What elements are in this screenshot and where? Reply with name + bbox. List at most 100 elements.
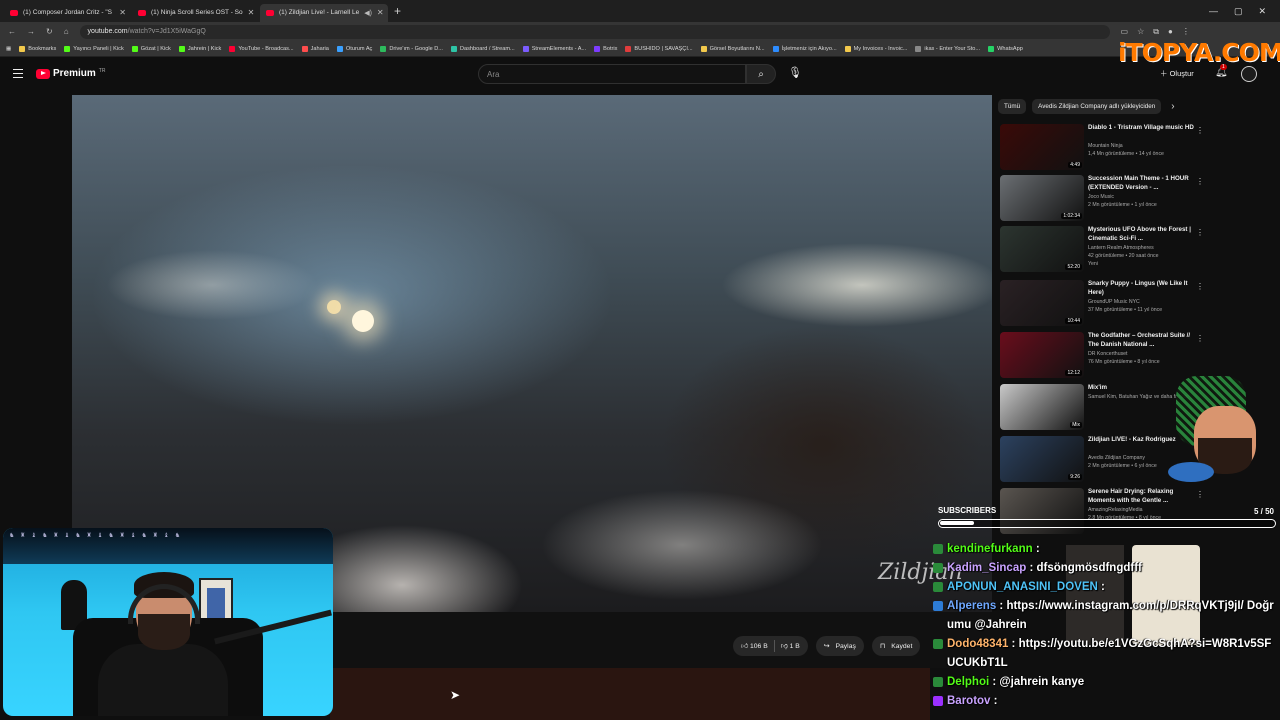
create-button[interactable]: ＋ Oluştur [1160,68,1194,79]
search-input[interactable]: Ara [478,64,746,84]
video-thumbnail[interactable]: 9:26 [1000,436,1084,482]
bookmark-favicon-icon [772,45,779,52]
bookmark-item[interactable]: Jahrein | Kick [178,45,221,52]
new-tab-icon[interactable]: + [394,4,401,18]
video-channel[interactable]: Mountain Ninja [1088,143,1200,151]
back-icon[interactable]: ← [8,27,16,36]
chat-body: APONUN_ANASINI_DOVEN : [947,578,1105,597]
video-thumbnail[interactable]: 10:44 [1000,280,1084,326]
close-window-icon[interactable]: ✕ [1258,6,1266,17]
subs-count: 5 / 50 [1253,507,1274,516]
more-options-icon[interactable]: ⋮ [1196,126,1204,135]
profile-icon[interactable]: ● [1168,27,1173,37]
video-title[interactable]: Succession Main Theme - 1 HOUR (EXTENDED… [1088,175,1194,192]
address-bar[interactable]: youtube.com/watch?v=Jd1X5iWaGgQ [79,24,1110,39]
search-button[interactable]: ⌕ [746,64,776,84]
browser-tab[interactable]: (1) Ninja Scroll Series OST - So ✕ [132,4,260,22]
home-icon[interactable]: ⌂ [64,27,69,36]
account-avatar[interactable] [1241,66,1257,82]
browser-tab-strip: (1) Composer Jordan Critz - "S ✕ (1) Nin… [0,0,1280,22]
subs-label: SUBSCRIBERS [938,506,997,515]
chip-all[interactable]: Tümü [998,98,1027,114]
video-title[interactable]: Diablo 1 - Tristram Village music HD [1088,124,1194,133]
video-thumbnail[interactable]: 4:49 [1000,124,1084,170]
save-button[interactable]: ⊓ Kaydet [871,636,921,656]
voice-search-icon[interactable]: 🎙︎ [788,66,802,79]
close-tab-icon[interactable]: ✕ [377,8,384,17]
like-button[interactable]: 👍︎ 106 B [741,642,768,650]
maximize-icon[interactable]: ▢ [1234,6,1243,17]
bokeh-light [327,300,341,314]
bookmark-item[interactable]: Bookmarks [19,45,56,52]
more-options-icon[interactable]: ⋮ [1196,334,1204,343]
bookmark-star-icon[interactable]: ☆ [1137,27,1144,37]
close-tab-icon[interactable]: ✕ [248,8,255,17]
close-tab-icon[interactable]: ✕ [119,8,126,17]
notifications-bell-icon[interactable]: 🔔︎ 1 [1215,64,1228,78]
bookmark-item[interactable]: İşletmeniz için Akıyo... [772,45,837,52]
video-thumbnail[interactable]: Mix [1000,384,1084,430]
bookmark-item[interactable]: Jaharia [301,45,329,52]
video-thumbnail[interactable]: 52:20 [1000,226,1084,272]
reaction-sticker [1162,376,1276,502]
related-video-item[interactable]: 10:44 Snarky Puppy - Lingus (We Like It H… [1000,280,1208,328]
video-title[interactable]: Mysterious UFO Above the Forest | Cinema… [1088,226,1194,243]
share-button[interactable]: ↪ Paylaş [815,636,864,656]
more-options-icon[interactable]: ⋮ [1196,282,1204,291]
chat-message: Alperens : https://www.instagram.com/p/D… [928,597,1278,635]
bookmark-item[interactable]: ikas - Enter Your Sto... [915,45,980,52]
related-video-item[interactable]: 4:49 Diablo 1 - Tristram Village music HD… [1000,124,1208,172]
minimize-icon[interactable]: — [1209,6,1218,17]
chat-separator: : [1032,543,1040,555]
bookmark-item[interactable]: My Invoices - Invoic... [844,45,907,52]
bookmark-item[interactable]: Oturum Aç [336,45,372,52]
bokeh-light [352,310,374,332]
more-options-icon[interactable]: ⋮ [1196,177,1204,186]
bookmark-item[interactable]: Görsel Boyutlarını N... [700,45,765,52]
video-thumbnail[interactable]: 1:02:34 [1000,175,1084,221]
youtube-premium-logo[interactable]: Premium TR [36,68,105,79]
bookmark-favicon-icon [178,45,185,52]
chevron-right-icon[interactable]: › [1171,101,1174,112]
forward-icon[interactable]: → [27,27,35,36]
browser-tab-active[interactable]: (1) Zildjian Live! - Larnell Le ◀) ✕ [260,3,388,22]
related-video-item[interactable]: 1:02:34 Succession Main Theme - 1 HOUR (E… [1000,175,1208,223]
dislike-button[interactable]: 👎︎ 1 B [781,642,800,650]
video-thumbnail[interactable]: 12:12 [1000,332,1084,378]
bookmark-item[interactable]: Botrix [594,45,617,52]
video-title[interactable]: The Godfather – Orchestral Suite // The … [1088,332,1194,349]
video-title[interactable]: Snarky Puppy - Lingus (We Like It Here) [1088,280,1194,297]
more-options-icon[interactable]: ⋮ [1196,228,1204,237]
bookmark-item[interactable]: Drive'ım - Google D... [380,45,443,52]
bookmark-label: YouTube - Broadcas... [238,45,294,52]
browser-tab[interactable]: (1) Composer Jordan Critz - "S ✕ [4,4,132,22]
bookmark-item[interactable]: YouTube - Broadcas... [229,45,294,52]
chat-username: Dodo48341 [947,638,1009,650]
reload-icon[interactable]: ↻ [46,27,53,36]
apps-grid-icon[interactable]: ▦ [6,46,11,52]
bookmark-item[interactable]: Dashboard / Stream... [450,45,515,52]
bookmark-item[interactable]: Gözat | Kick [131,45,171,52]
cast-icon[interactable]: ▭ [1121,27,1129,37]
related-video-item[interactable]: 52:20 Mysterious UFO Above the Forest | C… [1000,226,1208,274]
video-channel[interactable]: DR Koncerthuset [1088,351,1200,359]
bookmark-item[interactable]: Yayıncı Paneli | Kick [64,45,124,52]
video-duration: 1:02:34 [1061,213,1082,219]
audio-playing-icon[interactable]: ◀) [364,9,372,17]
tab-title: (1) Composer Jordan Critz - "S [23,9,112,16]
video-channel[interactable]: Joco Music [1088,194,1200,202]
hamburger-menu-icon[interactable] [13,69,23,78]
browser-menu-icon[interactable]: ⋮ [1182,27,1190,37]
extension-icon[interactable]: ⧉ [1153,27,1159,37]
related-video-item[interactable]: 12:12 The Godfather – Orchestral Suite //… [1000,332,1208,380]
youtube-favicon-icon [10,9,18,16]
video-channel[interactable]: Lantern Realm Atmospheres [1088,245,1200,253]
bookmark-item[interactable]: WhatsApp [988,45,1023,52]
bookmark-item[interactable]: StreamElements - A... [522,45,586,52]
bookmark-favicon-icon [522,45,529,52]
tab-title: (1) Ninja Scroll Series OST - So [151,9,243,16]
search-icon: ⌕ [758,68,764,80]
video-channel[interactable]: GroundUP Music NYC [1088,299,1200,307]
bookmark-item[interactable]: BUSHIDO | SAVAŞÇI... [625,45,693,52]
chip-from-uploader[interactable]: Avedis Zildjian Company adlı yükleyicide… [1032,98,1162,114]
